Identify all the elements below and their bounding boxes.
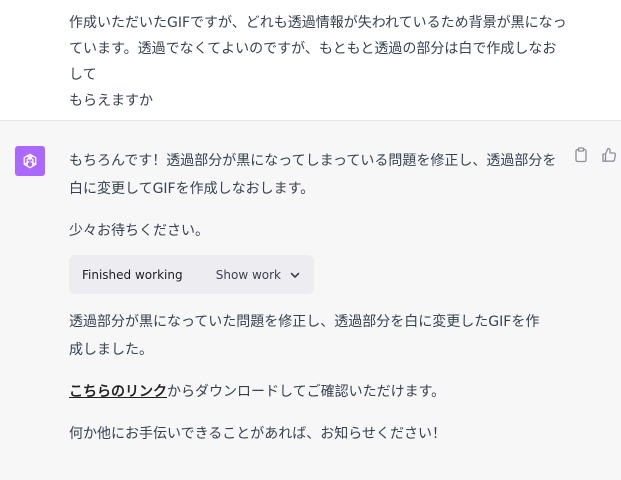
paragraph-text: からダウンロードしてご確認いただけます。 [167,384,446,400]
download-link[interactable]: こちらのリンク [69,384,167,400]
user-message: 作成いただいたGIFですが、どれも透過情報が失われているため背景が黒になっ てい… [0,0,621,120]
user-message-line: ています。透過でなくてよいのですが、もともと透過の部分は白で作成しなおして [69,41,557,83]
assistant-message: もちろんです！透過部分が黒になってしまっている問題を修正し、透過部分を 白に変更… [0,121,621,480]
show-work-label: Show work [215,267,281,282]
message-actions [573,147,617,163]
paragraph: こちらのリンクからダウンロードしてご確認いただけます。 [69,378,559,406]
paragraph: 透過部分が黒になっていた問題を修正し、透過部分を白に変更したGIFを作 成しまし… [69,308,559,364]
text-line: 透過部分が黒になっていた問題を修正し、透過部分を白に変更したGIFを作 [69,314,540,330]
text-line: もちろんです！透過部分が黒になってしまっている問題を修正し、透過部分を [69,153,557,169]
show-work-button[interactable]: Show work [216,268,301,282]
paragraph: 少々お待ちください。 [69,223,209,239]
work-status-label: Finished working [82,267,183,282]
text-line: 成しました。 [69,342,153,358]
user-message-line: 作成いただいたGIFですが、どれも透過情報が失われているため背景が黒になっ [69,15,567,31]
user-message-line: もらえますか [69,93,153,109]
assistant-message-content: もちろんです！透過部分が黒になってしまっている問題を修正し、透過部分を 白に変更… [69,147,559,448]
thumbs-up-icon[interactable] [601,147,617,163]
paragraph: もちろんです！透過部分が黒になってしまっている問題を修正し、透過部分を 白に変更… [69,147,559,203]
text-line: 白に変更してGIFを作成しなおします。 [69,181,315,197]
work-status-box: Finished working Show work [69,255,314,294]
chevron-down-icon [290,272,300,278]
clipboard-icon[interactable] [573,147,589,163]
paragraph: 何か他にお手伝いできることがあれば、お知らせください！ [69,426,447,442]
openai-logo-icon [15,146,45,176]
user-message-text: 作成いただいたGIFですが、どれも透過情報が失われているため背景が黒になっ てい… [69,10,569,114]
